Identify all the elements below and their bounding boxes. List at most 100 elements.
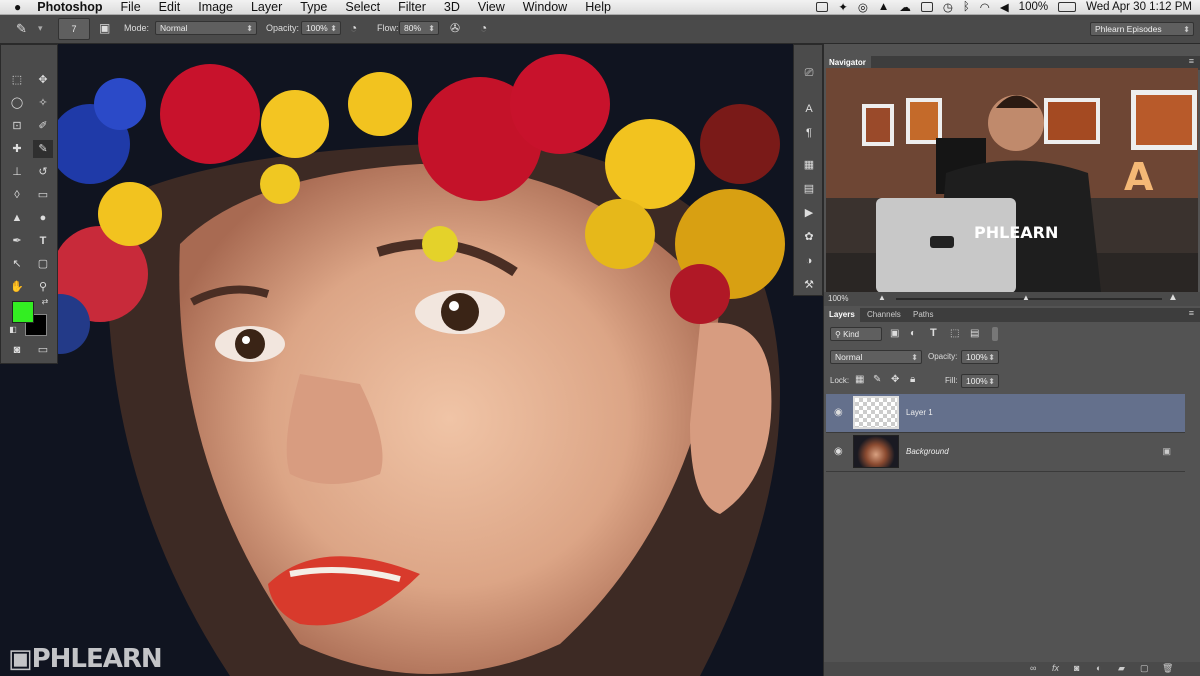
airbrush-icon[interactable]: ✇	[450, 21, 460, 36]
notification-icon[interactable]: ▲	[878, 1, 889, 13]
brush-preset-picker[interactable]: 7	[58, 18, 90, 40]
layer-row-layer-1[interactable]: ◉ Layer 1	[826, 394, 1185, 433]
navigator-preview[interactable]: A PHLEARN	[826, 68, 1198, 292]
new-group-icon[interactable]: ▰	[1118, 663, 1125, 674]
tool-presets-panel-icon[interactable]: ⚒	[800, 277, 818, 293]
brush-panel-icon[interactable]: ▣	[99, 21, 110, 36]
paragraph-panel-icon[interactable]: ¶	[800, 125, 818, 141]
lock-all-icon[interactable]: 🔒︎	[910, 374, 915, 385]
healing-brush-tool-icon[interactable]: ✚	[7, 140, 27, 158]
menu-type[interactable]: Type	[300, 0, 327, 14]
camera-icon[interactable]	[816, 2, 829, 12]
adjustments-panel-icon[interactable]: ◑	[800, 253, 818, 269]
path-selection-tool-icon[interactable]: ↖	[7, 255, 27, 273]
marquee-tool-icon[interactable]: ⬚	[7, 71, 27, 89]
filter-type-icon[interactable]: T	[930, 327, 937, 339]
filter-smart-object-icon[interactable]: ▤	[970, 328, 979, 339]
adjustment-layer-icon[interactable]: ◐	[1096, 663, 1101, 673]
flow-select[interactable]: 80%	[399, 21, 439, 35]
history-brush-tool-icon[interactable]: ↺	[33, 163, 53, 181]
tab-paths[interactable]: Paths	[908, 308, 938, 322]
zoom-in-icon[interactable]: ▲	[1168, 292, 1178, 303]
eyedropper-tool-icon[interactable]: ✐	[33, 117, 53, 135]
menu-image[interactable]: Image	[198, 0, 233, 14]
layer-opacity-select[interactable]: 100%	[961, 350, 999, 364]
clone-stamp-tool-icon[interactable]: ⊥	[7, 163, 27, 181]
bluetooth-icon[interactable]: ᛒ	[963, 1, 970, 13]
wifi-icon[interactable]: ◠	[980, 0, 990, 14]
tab-channels[interactable]: Channels	[862, 308, 906, 322]
filter-pixel-icon[interactable]: ▣	[890, 328, 899, 339]
mode-select[interactable]: Normal	[155, 21, 257, 35]
menu-edit[interactable]: Edit	[159, 0, 181, 14]
visibility-eye-icon[interactable]: ◉	[834, 407, 843, 418]
crop-tool-icon[interactable]: ⊡	[7, 117, 27, 135]
battery-label[interactable]: 100%	[1019, 1, 1048, 13]
quick-mask-icon[interactable]: ◙	[7, 341, 27, 359]
lock-position-icon[interactable]: ✥	[891, 374, 899, 385]
new-layer-icon[interactable]: ▢	[1140, 663, 1149, 674]
layers-panel-menu-icon[interactable]: ≡	[1189, 308, 1194, 318]
apple-icon[interactable]: ●	[14, 0, 21, 14]
menu-filter[interactable]: Filter	[398, 0, 426, 14]
swap-colors-icon[interactable]: ⇄	[35, 293, 55, 311]
document-canvas[interactable]	[0, 44, 823, 676]
layer-style-icon[interactable]: fx	[1052, 663, 1059, 673]
default-colors-icon[interactable]: ◧	[3, 321, 23, 339]
character-panel-icon[interactable]: A	[800, 101, 818, 117]
workspace-select[interactable]: Phlearn Episodes	[1090, 22, 1194, 36]
properties-panel-icon[interactable]: ▦	[800, 157, 818, 173]
pressure-size-icon[interactable]: ◔	[480, 21, 487, 36]
filter-shape-icon[interactable]: ⬚	[950, 328, 959, 339]
swatches-panel-icon[interactable]: ▤	[800, 181, 818, 197]
clock-label[interactable]: Wed Apr 30 1:12 PM	[1086, 1, 1192, 13]
blur-tool-icon[interactable]: ▲	[7, 209, 27, 227]
sync-icon[interactable]: ◎	[858, 0, 868, 14]
pen-tool-icon[interactable]: ✒	[7, 232, 27, 250]
menu-window[interactable]: Window	[523, 0, 567, 14]
layer-row-background[interactable]: ◉ Background ▣	[826, 433, 1185, 472]
move-tool-icon[interactable]: ✥	[33, 71, 53, 89]
menu-layer[interactable]: Layer	[251, 0, 282, 14]
add-mask-icon[interactable]: ◙	[1074, 663, 1079, 673]
menu-file[interactable]: File	[121, 0, 141, 14]
blend-mode-select[interactable]: Normal	[830, 350, 922, 364]
menu-3d[interactable]: 3D	[444, 0, 460, 14]
filter-adjustment-icon[interactable]: ◐	[910, 328, 916, 339]
filter-toggle[interactable]	[992, 327, 998, 341]
visibility-eye-icon[interactable]: ◉	[834, 446, 843, 457]
opacity-select[interactable]: 100%	[301, 21, 341, 35]
zoom-out-icon[interactable]: ▲	[878, 293, 886, 302]
pressure-opacity-icon[interactable]: ◔	[350, 21, 357, 36]
layer-name[interactable]: Background	[906, 447, 949, 456]
delete-layer-icon[interactable]: 🗑︎	[1162, 663, 1173, 674]
actions-panel-icon[interactable]: ▶	[800, 205, 818, 221]
hand-tool-icon[interactable]: ✋	[7, 278, 27, 296]
foreground-color-swatch[interactable]	[12, 301, 34, 323]
screen-mode-icon[interactable]: ▭	[33, 341, 53, 359]
brush-presets-panel-icon[interactable]: ✿	[800, 229, 818, 245]
tool-preset-chevron-icon[interactable]: ▾	[38, 21, 43, 36]
lock-image-icon[interactable]: ✎	[873, 374, 881, 385]
magic-wand-tool-icon[interactable]: ✧	[33, 94, 53, 112]
cloud-icon[interactable]: ☁	[899, 0, 911, 14]
gradient-tool-icon[interactable]: ▭	[33, 186, 53, 204]
filter-kind-select[interactable]: ⚲ Kind	[830, 327, 882, 341]
dropbox-icon[interactable]: ✦	[838, 0, 848, 14]
brush-tool-icon[interactable]: ✎	[33, 140, 53, 158]
brush-tool-icon[interactable]: ✎	[16, 21, 27, 36]
fill-select[interactable]: 100%	[961, 374, 999, 388]
panel-menu-icon[interactable]: ≡	[1189, 56, 1194, 66]
zoom-slider-thumb[interactable]: ▲	[1022, 293, 1030, 302]
lasso-tool-icon[interactable]: ◯	[7, 94, 27, 112]
layer-name[interactable]: Layer 1	[906, 408, 933, 417]
type-tool-icon[interactable]: T	[33, 232, 53, 250]
dodge-tool-icon[interactable]: ●	[33, 209, 53, 227]
menu-select[interactable]: Select	[345, 0, 380, 14]
app-menu[interactable]: Photoshop	[37, 0, 102, 14]
clock-icon[interactable]: ◷	[943, 0, 953, 14]
tab-layers[interactable]: Layers	[824, 308, 860, 322]
eraser-tool-icon[interactable]: ◊	[7, 186, 27, 204]
link-layers-icon[interactable]: ∞	[1030, 663, 1036, 673]
lock-transparent-icon[interactable]: ▦	[855, 374, 864, 385]
